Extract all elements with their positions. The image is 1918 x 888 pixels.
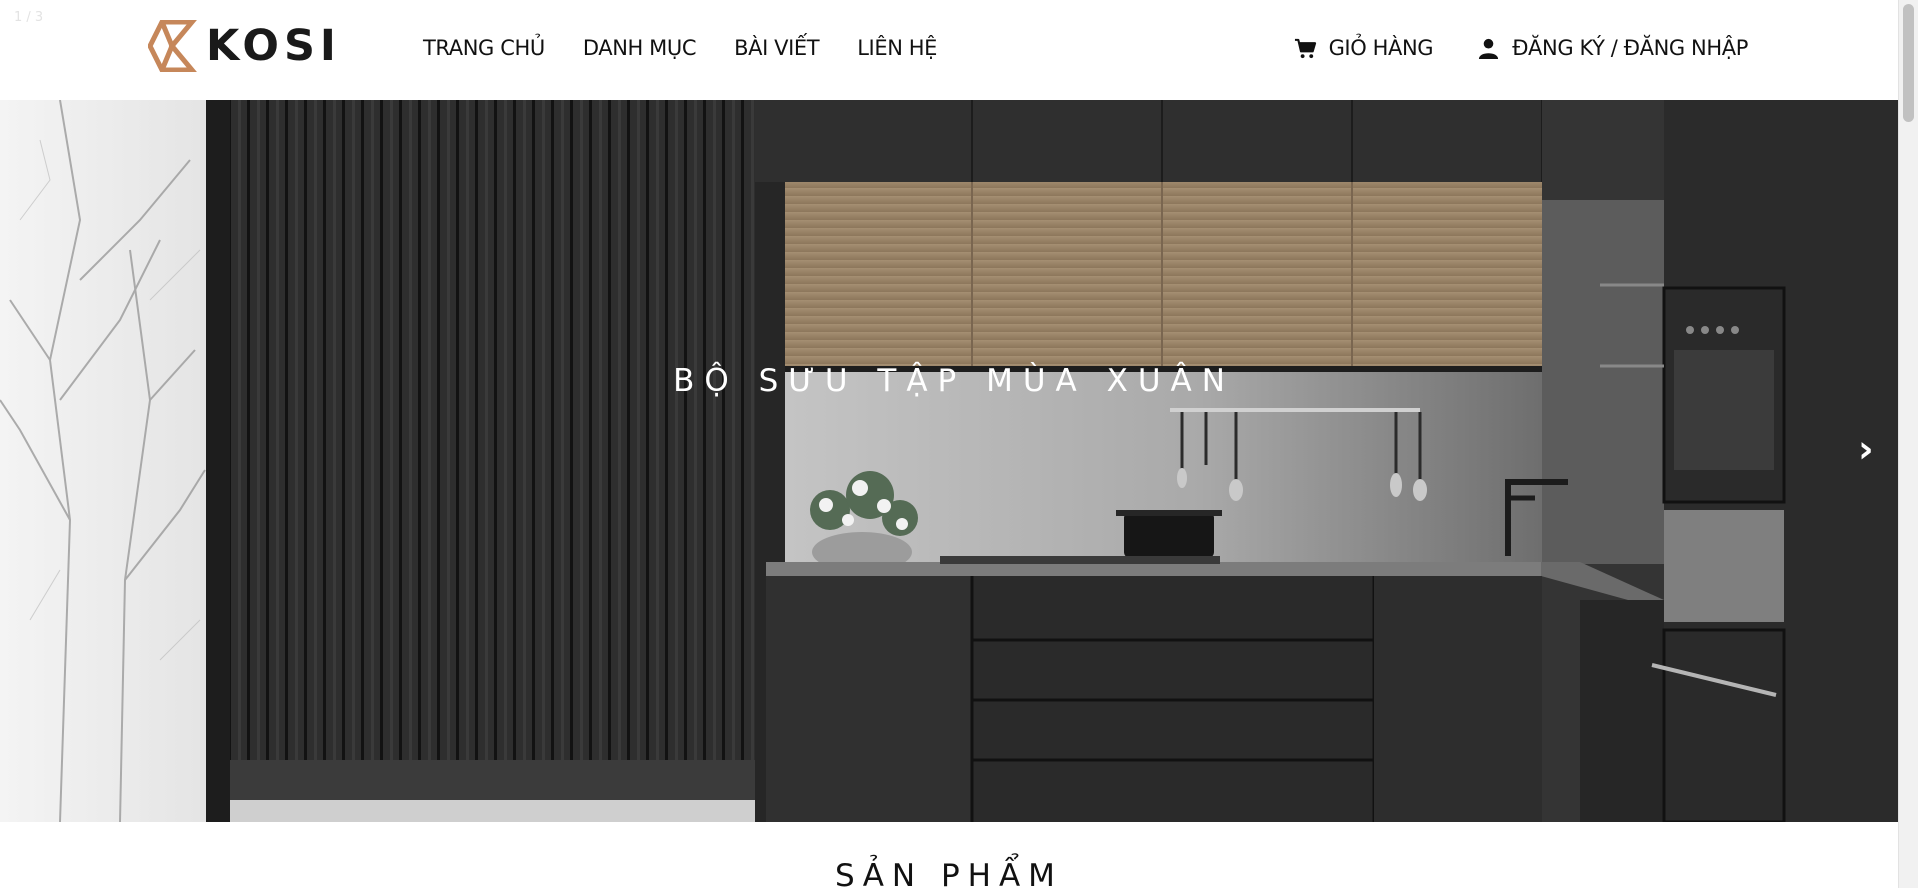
hero-slider: BỘ SƯU TẬP MÙA XUÂN › (0, 100, 1898, 822)
slide-counter: 1 / 3 (14, 10, 44, 25)
cart-label: GIỎ HÀNG (1328, 36, 1434, 60)
hero-caption-text: BỘ SƯU TẬP MÙA XUÂN (673, 363, 1235, 399)
scrollbar-thumb[interactable] (1903, 4, 1914, 122)
brand-logo[interactable]: KOSI (148, 20, 341, 72)
hero-caption: BỘ SƯU TẬP MÙA XUÂN (0, 363, 1898, 399)
nav-item-contact[interactable]: LIÊN HỆ (857, 36, 937, 60)
cart-link[interactable]: GIỎ HÀNG (1294, 36, 1434, 60)
section-title: SẢN PHẨM (835, 858, 1063, 888)
brand-name: KOSI (206, 20, 341, 71)
hero-image (0, 100, 1898, 822)
account-nav: GIỎ HÀNG ĐĂNG KÝ / ĐĂNG NHẬP (1294, 36, 1748, 60)
nav-item-categories[interactable]: DANH MỤC (583, 36, 697, 60)
page-scrollbar[interactable] (1898, 0, 1918, 888)
logo-mark-icon (148, 20, 197, 72)
slider-next-button[interactable]: › (1858, 430, 1874, 468)
site-header: 1 / 3 KOSI TRANG CHỦ DANH MỤC BÀI VIẾT L… (0, 0, 1898, 100)
nav-item-articles[interactable]: BÀI VIẾT (734, 36, 820, 60)
auth-label: ĐĂNG KÝ / ĐĂNG NHẬP (1512, 36, 1748, 60)
auth-link[interactable]: ĐĂNG KÝ / ĐĂNG NHẬP (1477, 36, 1748, 60)
cart-icon (1294, 38, 1316, 58)
main-nav: TRANG CHỦ DANH MỤC BÀI VIẾT LIÊN HỆ (423, 36, 937, 60)
nav-item-home[interactable]: TRANG CHỦ (423, 36, 545, 60)
user-icon (1479, 38, 1499, 59)
